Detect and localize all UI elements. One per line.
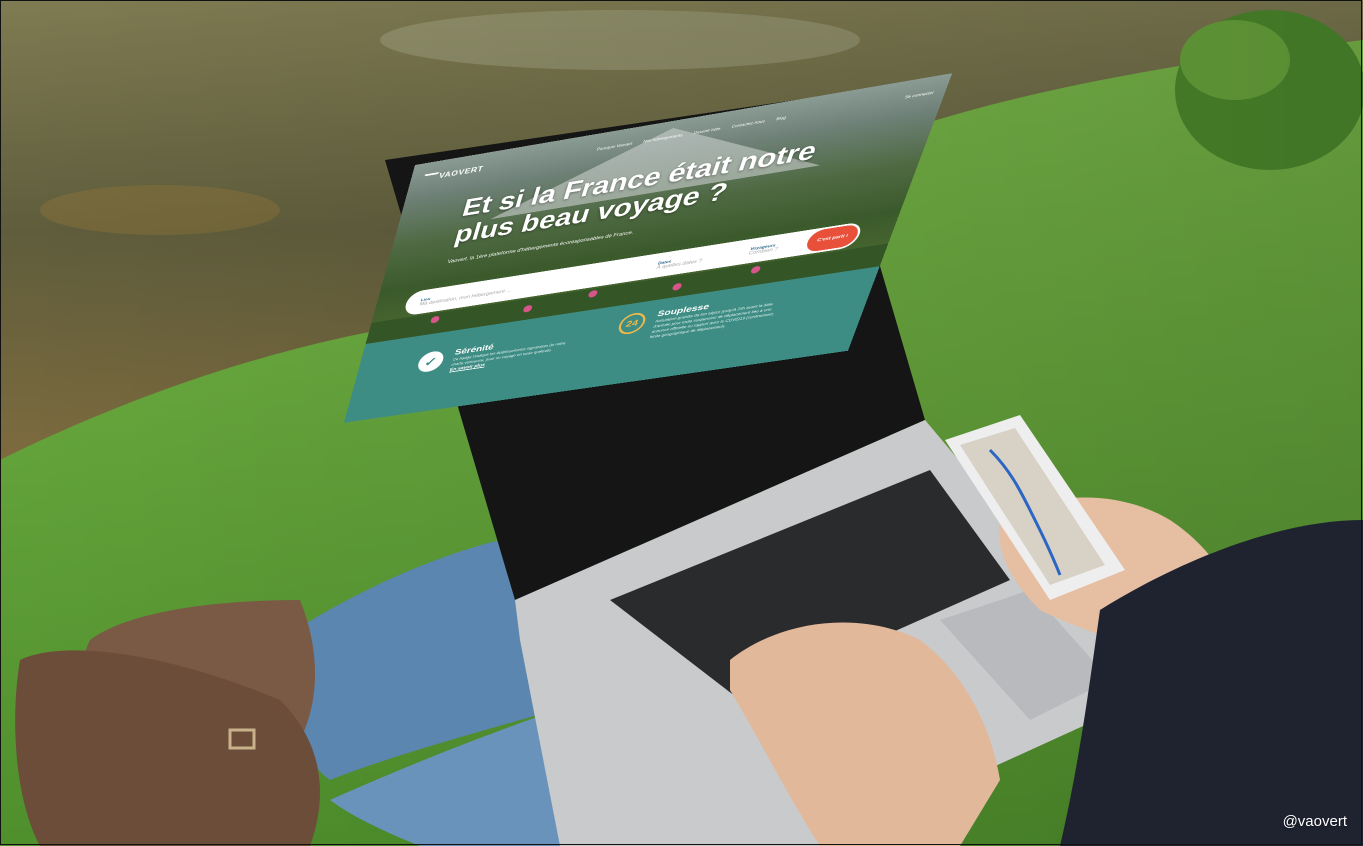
photo-scene: VAOVERT Pourquoi Vaovert Nos hébergement… xyxy=(0,0,1363,846)
flower xyxy=(671,282,683,292)
nav-link-devenir-hote[interactable]: Devenir hôte xyxy=(693,126,721,135)
24h-icon: 24 xyxy=(615,311,649,336)
check-badge-icon: ✓ xyxy=(415,349,446,374)
logo-text: VAOVERT xyxy=(438,163,485,180)
nav-link-blog[interactable]: Blog xyxy=(776,114,787,120)
flower xyxy=(522,304,533,313)
flower xyxy=(587,289,599,298)
bird-logo-icon xyxy=(417,172,440,183)
site-logo[interactable]: VAOVERT xyxy=(417,163,485,183)
feature-serenite: ✓ Sérénité Ce badge t'indique les établi… xyxy=(414,329,581,377)
login-link[interactable]: Se connecter xyxy=(904,89,935,99)
nav-link-contact[interactable]: Contactez-nous xyxy=(731,118,766,128)
watermark-handle: @vaovert xyxy=(1282,813,1347,830)
flower xyxy=(429,315,441,324)
flower xyxy=(749,265,762,275)
nav-link-pourquoi[interactable]: Pourquoi Vaovert xyxy=(596,141,633,152)
voyageurs-field[interactable]: Voyageurs Combien ? xyxy=(732,237,807,258)
